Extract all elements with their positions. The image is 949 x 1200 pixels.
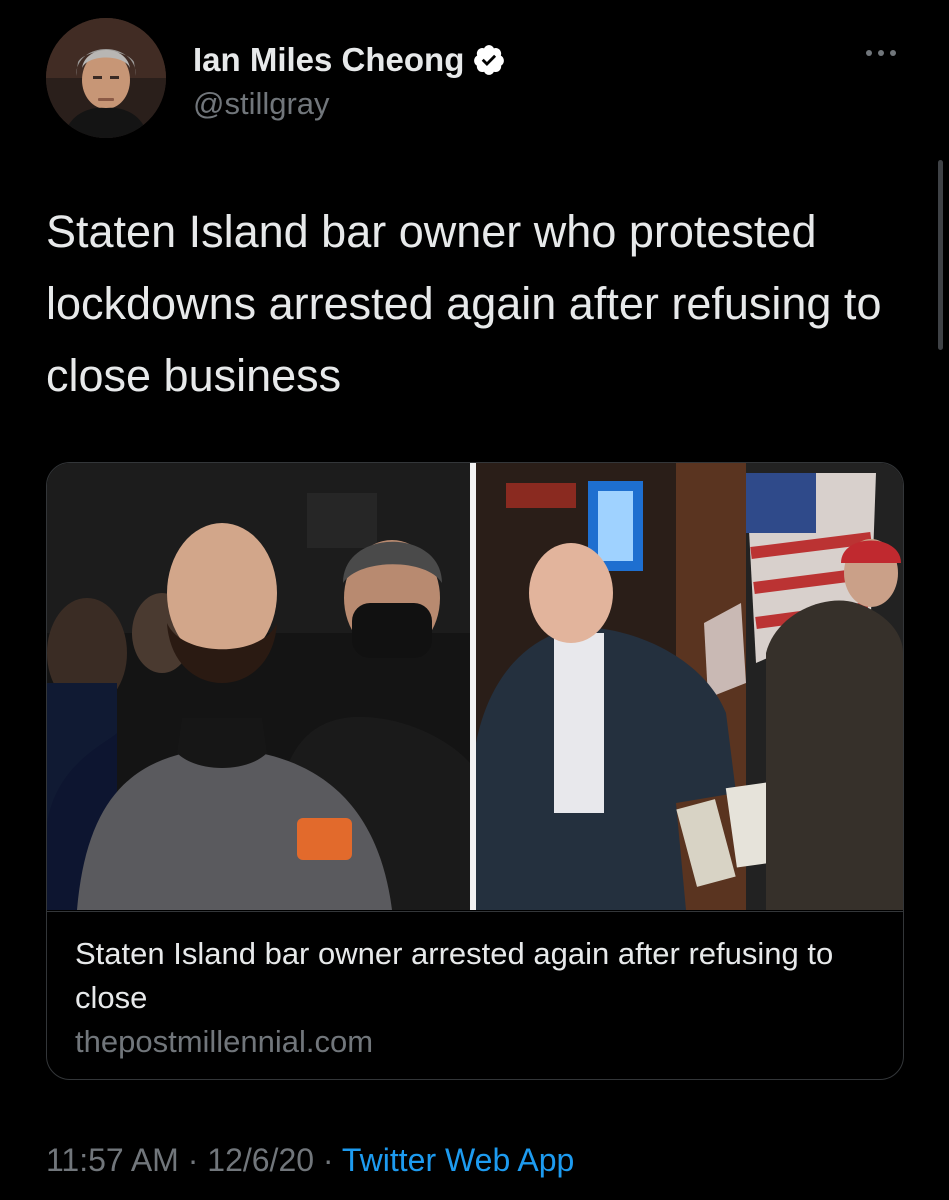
author-handle[interactable]: @stillgray xyxy=(193,84,506,124)
meta-separator: · xyxy=(187,1142,199,1178)
tweet-text: Staten Island bar owner who protested lo… xyxy=(46,206,882,401)
tweet-time[interactable]: 11:57 AM xyxy=(46,1142,179,1178)
scrollbar[interactable] xyxy=(938,160,943,350)
card-body: Staten Island bar owner arrested again a… xyxy=(47,911,903,1079)
bar-owner-exiting-bar-photo xyxy=(476,463,903,910)
tweet-date[interactable]: 12/6/20 xyxy=(207,1142,314,1178)
meta-separator: · xyxy=(322,1142,334,1178)
avatar-photo xyxy=(46,18,166,138)
bar-owner-arrest-photo xyxy=(47,463,470,910)
tweet-header: Ian Miles Cheong @stillgray xyxy=(46,18,906,148)
card-image xyxy=(47,463,903,910)
card-domain: thepostmillennial.com xyxy=(75,1024,374,1059)
tweet-source-link[interactable]: Twitter Web App xyxy=(342,1142,574,1178)
verified-badge-icon xyxy=(472,43,506,77)
card-title: Staten Island bar owner arrested again a… xyxy=(75,936,834,1015)
name-row: Ian Miles Cheong xyxy=(193,40,506,80)
more-options-icon[interactable] xyxy=(856,38,906,68)
tweet-author: Ian Miles Cheong @stillgray xyxy=(193,40,506,124)
author-display-name[interactable]: Ian Miles Cheong xyxy=(193,40,464,80)
avatar[interactable] xyxy=(46,18,166,138)
tweet-meta: 11:57 AM · 12/6/20 · Twitter Web App xyxy=(46,1136,574,1184)
link-card[interactable]: Staten Island bar owner arrested again a… xyxy=(46,462,904,1080)
